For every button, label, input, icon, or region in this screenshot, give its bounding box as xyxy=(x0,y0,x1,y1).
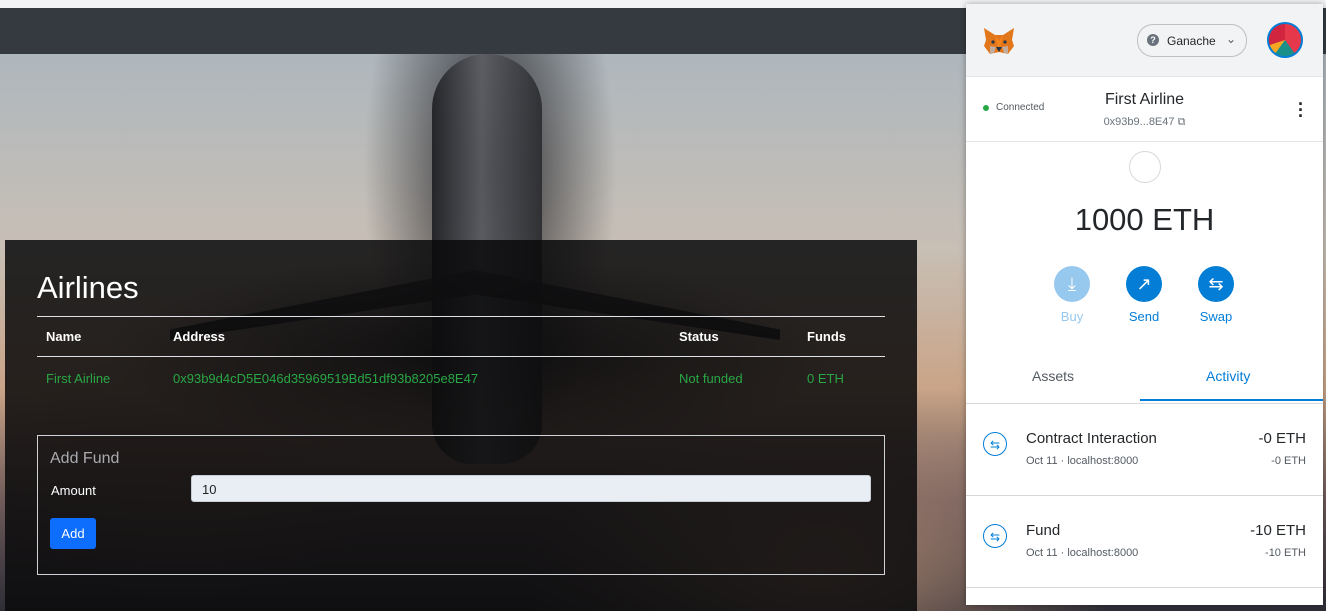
airlines-table: Name Address Status Funds First Airline … xyxy=(37,316,885,396)
transaction-swap-icon: ⇆ xyxy=(983,432,1007,456)
help-icon: ? xyxy=(1147,34,1159,46)
transaction-amount: -0 ETH xyxy=(1258,430,1306,447)
buy-button[interactable]: ⤓ Buy xyxy=(1042,266,1102,324)
copy-icon: ⧉ xyxy=(1177,116,1186,128)
airlines-panel: Airlines Name Address Status Funds First… xyxy=(5,240,917,611)
arrow-up-right-icon: ↗ xyxy=(1126,266,1162,302)
send-button[interactable]: ↗ Send xyxy=(1114,266,1174,324)
account-bar: Connected First Airline 0x93b9...8E47 ⧉ … xyxy=(966,77,1323,142)
add-fund-button[interactable]: Add xyxy=(50,518,96,549)
swap-icon: ⇆ xyxy=(1198,266,1234,302)
download-icon: ⤓ xyxy=(1054,266,1090,302)
buy-label: Buy xyxy=(1060,309,1084,324)
column-header-name: Name xyxy=(46,329,82,344)
column-header-address: Address xyxy=(173,329,226,344)
account-name: First Airline xyxy=(1104,91,1185,108)
cell-airline-funds: 0 ETH xyxy=(807,371,844,386)
cell-airline-status: Not funded xyxy=(679,371,743,386)
cell-airline-name: First Airline xyxy=(46,371,111,386)
page-title: Airlines xyxy=(37,270,139,305)
network-name: Ganache xyxy=(1167,34,1216,48)
activity-list-item[interactable]: ⇆ Contract Interaction Oct 11 · localhos… xyxy=(966,404,1323,496)
transaction-sub-amount: -0 ETH xyxy=(1271,455,1306,467)
transaction-meta: Oct 11 · localhost:8000 xyxy=(1026,455,1139,467)
transaction-meta: Oct 11 · localhost:8000 xyxy=(1026,547,1139,559)
metamask-popup: ? Ganache ⌄ Connected First Airline 0x93… xyxy=(966,4,1323,605)
transaction-title: Contract Interaction xyxy=(1026,430,1157,447)
account-options-menu-icon[interactable]: · · · xyxy=(1298,95,1304,125)
amount-input[interactable]: 10 xyxy=(191,475,871,502)
activity-list-item[interactable]: ⇆ Fund Oct 11 · localhost:8000 -10 ETH -… xyxy=(966,496,1323,588)
account-avatar[interactable] xyxy=(1267,22,1303,58)
table-header-row: Name Address Status Funds xyxy=(37,317,885,356)
cell-airline-address: 0x93b9d4cD5E046d35969519Bd51df93b8205e8E… xyxy=(173,371,479,386)
tab-activity[interactable]: Activity xyxy=(1206,368,1250,384)
account-address: 0x93b9...8E47 xyxy=(1103,116,1175,128)
account-balance: 1000 ETH xyxy=(1074,202,1215,237)
add-fund-form: Add Fund Amount 10 Add xyxy=(37,435,885,575)
add-fund-title: Add Fund xyxy=(50,450,120,467)
swap-button[interactable]: ⇆ Swap xyxy=(1186,266,1246,324)
network-selector[interactable]: ? Ganache ⌄ xyxy=(1137,24,1247,57)
chevron-down-icon: ⌄ xyxy=(1226,32,1237,46)
transaction-sub-amount: -10 ETH xyxy=(1265,547,1306,559)
transaction-swap-icon: ⇆ xyxy=(983,524,1007,548)
column-header-funds: Funds xyxy=(807,329,846,344)
active-tab-indicator xyxy=(1140,399,1323,401)
column-header-status: Status xyxy=(679,329,719,344)
token-icon xyxy=(1129,151,1161,183)
amount-label: Amount xyxy=(51,483,96,498)
metamask-header: ? Ganache ⌄ xyxy=(966,4,1323,77)
send-label: Send xyxy=(1128,309,1160,324)
transaction-amount: -10 ETH xyxy=(1250,522,1306,539)
account-address-copy[interactable]: 0x93b9...8E47 ⧉ xyxy=(966,116,1323,129)
transaction-title: Fund xyxy=(1026,522,1061,539)
tab-assets[interactable]: Assets xyxy=(1032,368,1074,384)
metamask-fox-icon xyxy=(984,28,1014,54)
table-row: First Airline 0x93b9d4cD5E046d35969519Bd… xyxy=(37,357,885,396)
swap-label: Swap xyxy=(1199,309,1233,324)
